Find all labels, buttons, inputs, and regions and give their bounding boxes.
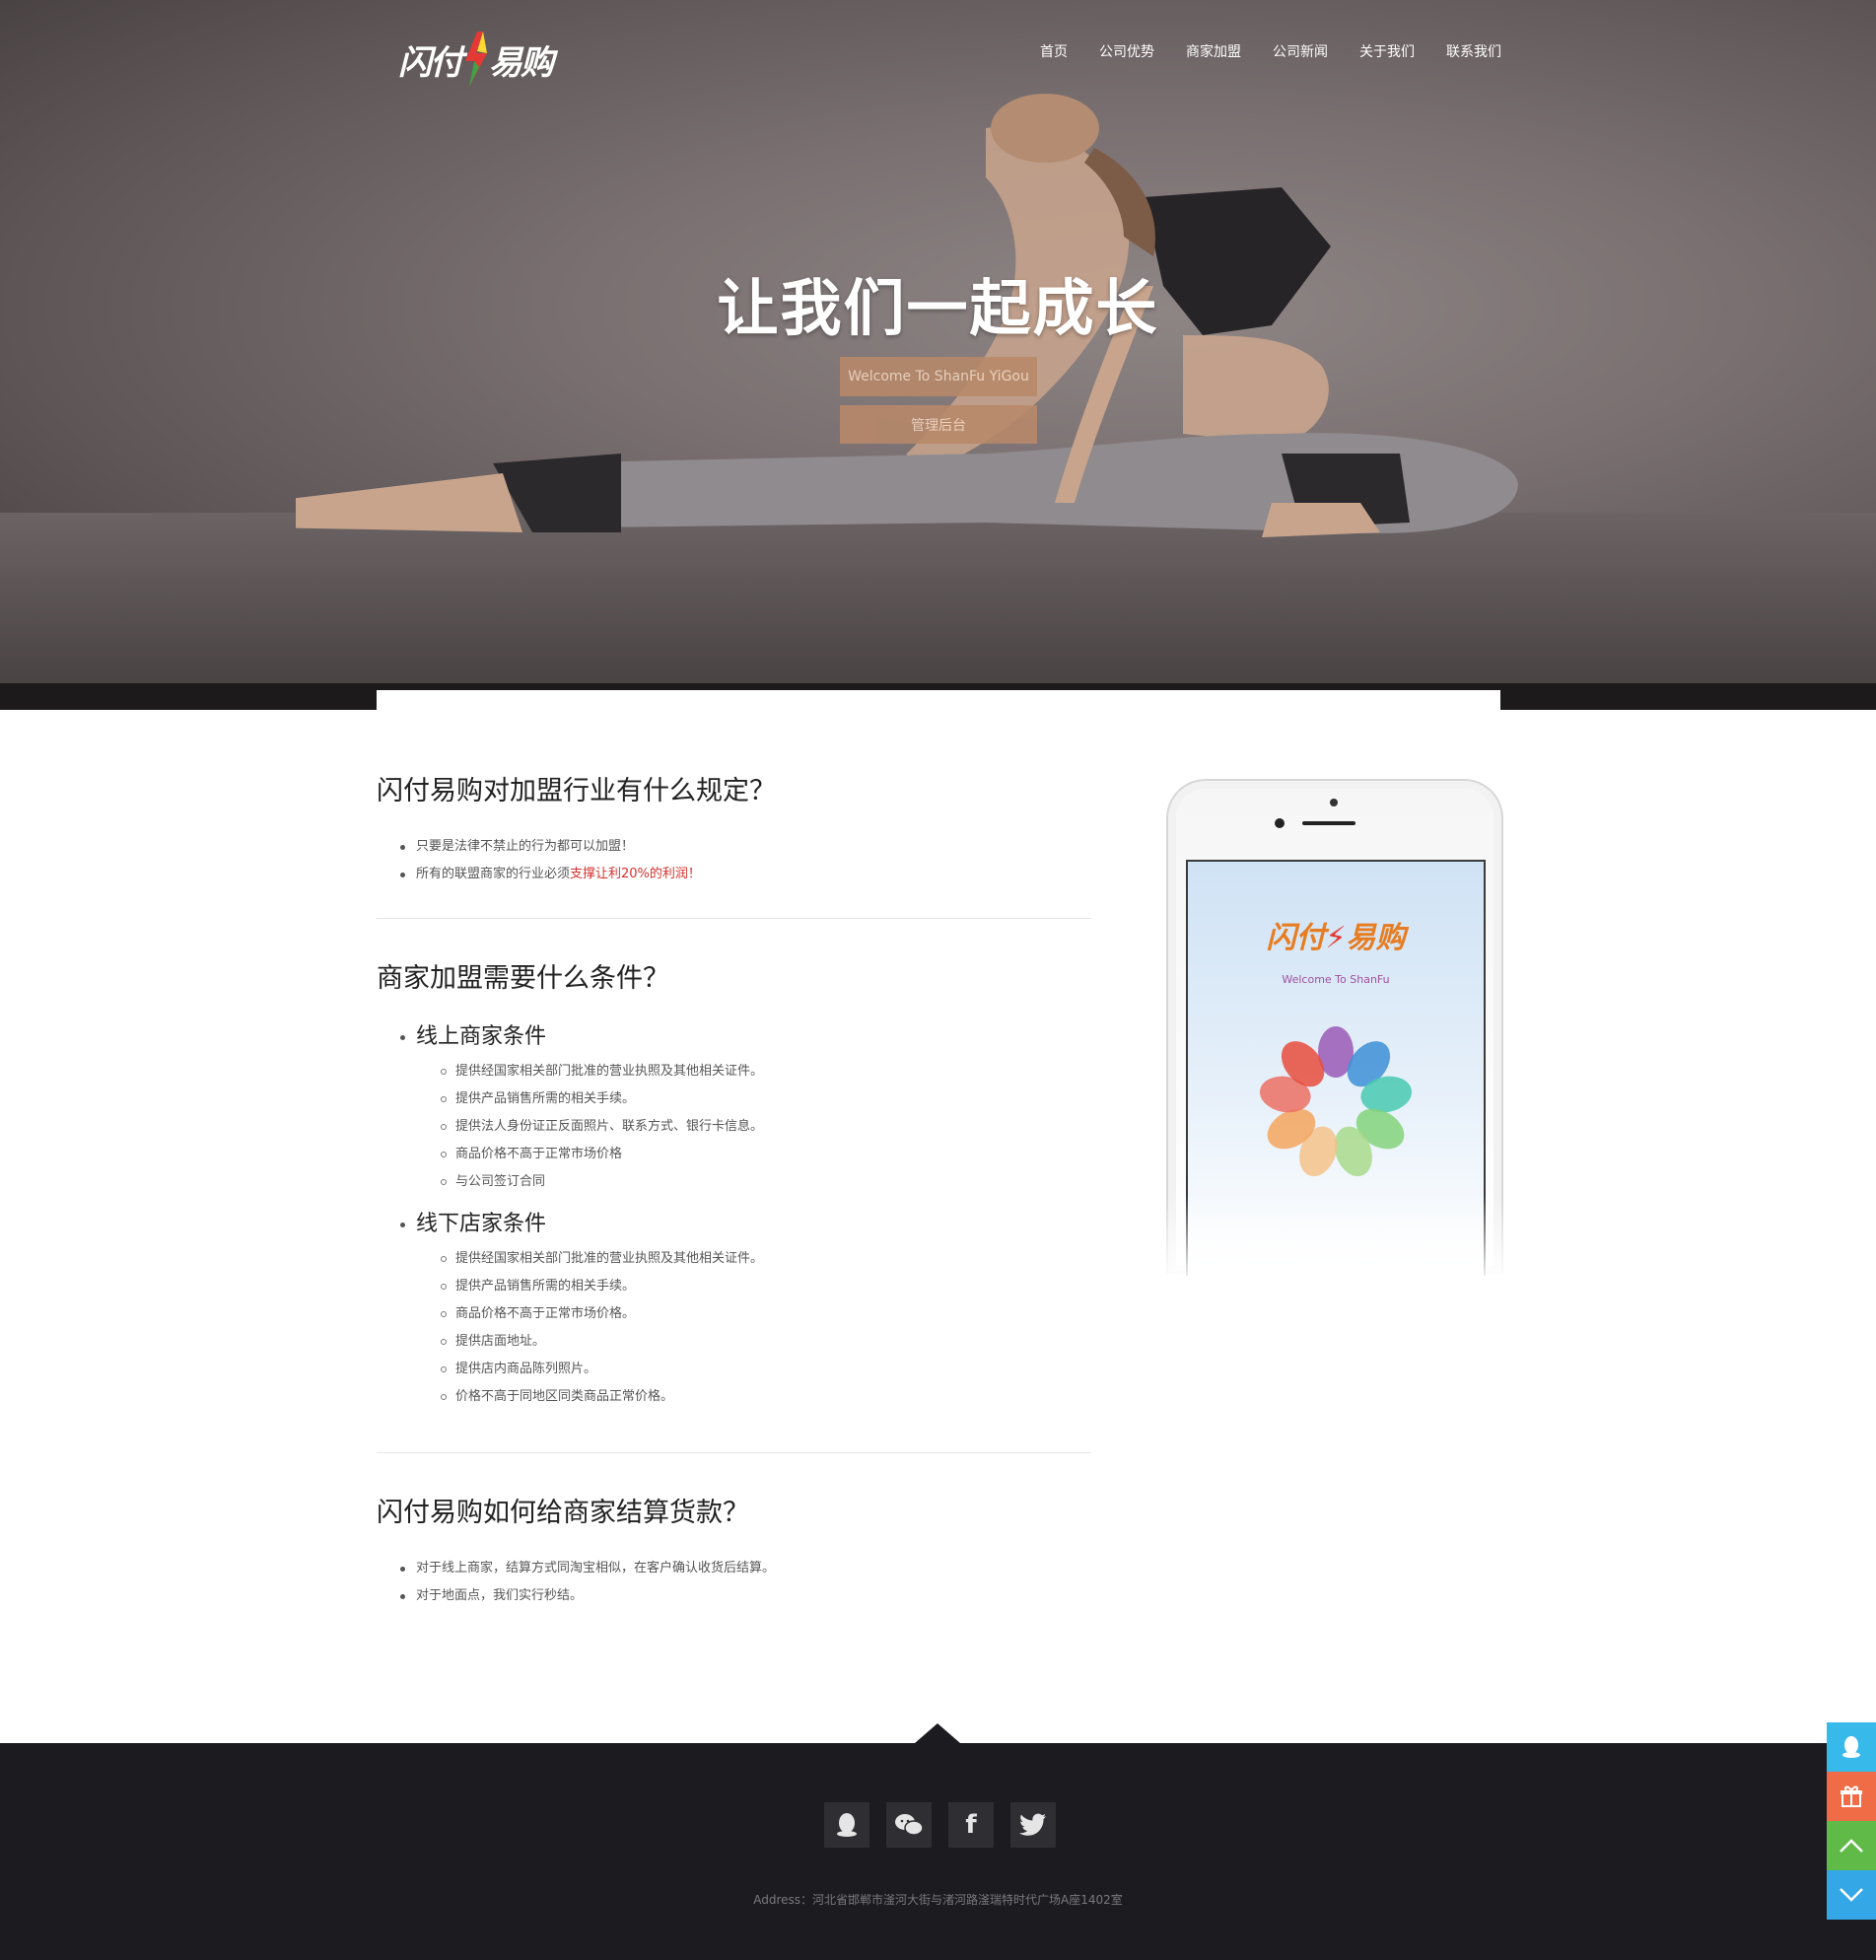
float-qq-button[interactable] xyxy=(1827,1722,1876,1772)
logo-lightning-icon xyxy=(465,32,487,87)
footer-address: Address：河北省邯郸市滏河大街与渚河路滏瑞特时代广场A座1402室 xyxy=(753,1893,1123,1907)
logo-text-right: 易购 xyxy=(489,42,554,83)
hero-yoga-figure xyxy=(296,94,1518,537)
nav-home[interactable]: 首页 xyxy=(1040,41,1068,61)
hands-circle-icon xyxy=(1259,1026,1413,1177)
twitter-icon[interactable] xyxy=(1010,1802,1056,1848)
faq-section-settlement: 闪付易购如何给商家结算货款？ 对于线上商家，结算方式同淘宝相似，在客户确认收货后… xyxy=(377,1491,1091,1640)
float-scroll-up-button[interactable] xyxy=(1827,1821,1876,1870)
arrow-down-icon xyxy=(1840,1888,1863,1902)
facebook-icon[interactable]: f xyxy=(948,1802,994,1848)
hero-title: 让我们一起成长 xyxy=(717,272,1159,344)
admin-button[interactable]: 管理后台 xyxy=(840,405,1037,444)
social-links: f xyxy=(824,1802,1056,1848)
list-item: 提供店内商品陈列照片。 xyxy=(441,1356,1091,1383)
nav-contact[interactable]: 联系我们 xyxy=(1446,41,1501,61)
list-item: 提供经国家相关部门批准的营业执照及其他相关证件。 xyxy=(441,1245,1091,1273)
phone-speaker xyxy=(1302,821,1355,825)
faq-section-rules: 闪付易购对加盟行业有什么规定？ 只要是法律不禁止的行为都可以加盟！ 所有的联盟商… xyxy=(377,769,1091,919)
list-item: 价格不高于同地区同类商品正常价格。 xyxy=(441,1383,1091,1411)
nav-news[interactable]: 公司新闻 xyxy=(1273,41,1328,61)
list-item: 提供法人身份证正反面照片、联系方式、银行卡信息。 xyxy=(441,1113,1091,1141)
list-item: 与公司签订合同 xyxy=(441,1168,1091,1196)
section-title: 商家加盟需要什么条件？ xyxy=(377,963,669,994)
list-item: 提供店面地址。 xyxy=(441,1328,1091,1356)
nav-join[interactable]: 商家加盟 xyxy=(1186,41,1241,61)
list-item: 所有的联盟商家的行业必须支撑让利20%的利润！ xyxy=(400,861,1091,888)
float-scroll-down-button[interactable] xyxy=(1827,1870,1876,1920)
content-top-tab xyxy=(377,690,1500,710)
qq-icon[interactable] xyxy=(824,1802,869,1848)
list-item: 对于线上商家，结算方式同淘宝相似，在客户确认收货后结算。 xyxy=(400,1555,1091,1582)
list-item: 提供产品销售所需的相关手续。 xyxy=(441,1085,1091,1113)
hero-banner: 闪付 易购 首页 公司优势 商家加盟 公司新闻 关于我们 联系我们 让我们一起成… xyxy=(0,0,1876,683)
list-item: 提供经国家相关部门批准的营业执照及其他相关证件。 xyxy=(441,1058,1091,1085)
footer xyxy=(0,1743,1876,1960)
section-title: 闪付易购如何给商家结算货款？ xyxy=(377,1498,749,1528)
gift-icon xyxy=(1841,1785,1862,1807)
section-title: 闪付易购对加盟行业有什么规定？ xyxy=(377,776,776,806)
phone-sensor xyxy=(1275,818,1285,828)
app-logo: 闪付⚡易购 xyxy=(1266,921,1406,955)
list-item: 提供产品销售所需的相关手续。 xyxy=(441,1273,1091,1300)
list-item: 商品价格不高于正常市场价格 xyxy=(441,1141,1091,1168)
main-nav: 首页 公司优势 商家加盟 公司新闻 关于我们 联系我们 xyxy=(1008,41,1501,61)
nav-about[interactable]: 关于我们 xyxy=(1359,41,1415,61)
phone-camera xyxy=(1330,799,1338,806)
wechat-icon[interactable] xyxy=(886,1802,932,1848)
site-logo[interactable]: 闪付 易购 xyxy=(398,30,554,89)
nav-advantages[interactable]: 公司优势 xyxy=(1099,41,1154,61)
float-gift-button[interactable] xyxy=(1827,1772,1876,1821)
floating-toolbar xyxy=(1827,1722,1876,1920)
qq-icon xyxy=(1842,1736,1860,1758)
faq-section-conditions: 商家加盟需要什么条件？ 线上商家条件 提供经国家相关部门批准的营业执照及其他相关… xyxy=(377,956,1091,1453)
app-subtitle: Welcome To ShanFu xyxy=(1282,973,1390,986)
faq-content: 闪付易购对加盟行业有什么规定？ 只要是法律不禁止的行为都可以加盟！ 所有的联盟商… xyxy=(377,769,1091,1640)
welcome-button[interactable]: Welcome To ShanFu YiGou xyxy=(840,357,1037,396)
subsection-title-online: 线上商家条件 提供经国家相关部门批准的营业执照及其他相关证件。 提供产品销售所需… xyxy=(400,1020,1091,1196)
phone-fade xyxy=(1166,1195,1503,1284)
footer-arrow xyxy=(915,1723,960,1743)
logo-text-left: 闪付 xyxy=(398,42,463,83)
arrow-up-icon xyxy=(1840,1839,1863,1853)
phone-mockup: 闪付⚡易购 Welcome To ShanFu xyxy=(1166,779,1503,1284)
subsection-title-offline: 线下店家条件 提供经国家相关部门批准的营业执照及其他相关证件。 提供产品销售所需… xyxy=(400,1208,1091,1411)
list-item: 只要是法律不禁止的行为都可以加盟！ xyxy=(400,833,1091,861)
highlight-text: 支撑让利20%的利润！ xyxy=(570,867,701,881)
list-item: 商品价格不高于正常市场价格。 xyxy=(441,1300,1091,1328)
list-item: 对于地面点，我们实行秒结。 xyxy=(400,1582,1091,1610)
